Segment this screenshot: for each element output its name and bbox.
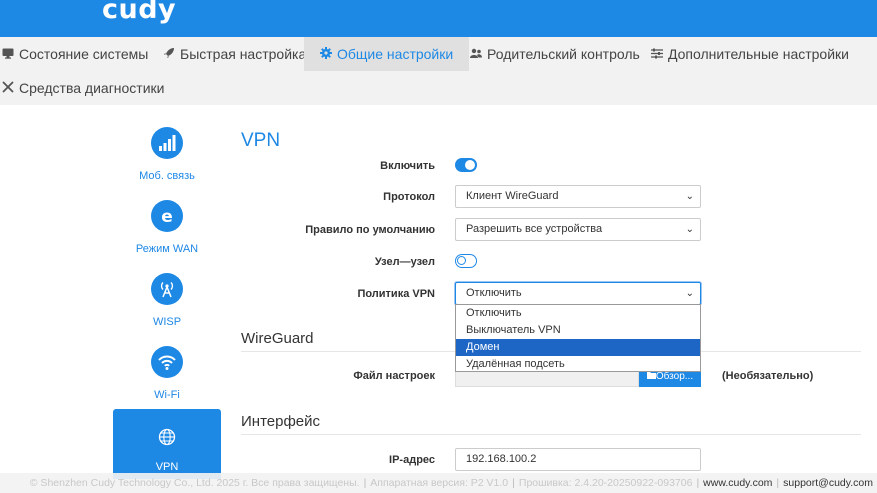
- tab-label: Быстрая настройка: [180, 46, 307, 62]
- antenna-icon: [151, 273, 183, 305]
- svg-text:e: e: [161, 207, 173, 225]
- tab-parental-control[interactable]: Родительский контроль: [470, 37, 640, 71]
- vpn-policy-value: Отключить: [466, 287, 522, 299]
- ip-address-label: IP-адрес: [389, 454, 435, 466]
- wireguard-section-title: WireGuard: [241, 330, 314, 347]
- tab-advanced-settings[interactable]: Дополнительные настройки: [651, 37, 849, 71]
- tab-label: Дополнительные настройки: [668, 46, 849, 62]
- internet-e-icon: e: [151, 200, 183, 232]
- policy-option-kill-switch[interactable]: Выключатель VPN: [456, 322, 700, 339]
- tab-label: Общие настройки: [337, 46, 454, 62]
- optional-note: (Необязательно): [722, 370, 814, 382]
- chevron-down-icon: ⌄: [685, 191, 694, 202]
- cudy-logo[interactable]: cudy: [102, 0, 176, 25]
- protocol-label: Протокол: [383, 191, 435, 203]
- tab-label: Состояние системы: [19, 46, 149, 62]
- vpn-policy-label: Политика VPN: [357, 288, 435, 300]
- protocol-select[interactable]: Клиент WireGuard ⌄: [455, 185, 701, 208]
- separator: |: [363, 477, 367, 489]
- separator: |: [776, 477, 780, 489]
- tab-system-status[interactable]: Состояние системы: [2, 37, 148, 71]
- policy-option-disable[interactable]: Отключить: [456, 305, 700, 322]
- protocol-value: Клиент WireGuard: [466, 190, 559, 202]
- sidebar-item-label: Режим WAN: [135, 243, 199, 255]
- default-rule-label: Правило по умолчанию: [305, 224, 435, 236]
- hardware-version: Аппаратная версия: P2 V1.0: [370, 477, 509, 489]
- toggle-knob: [457, 256, 466, 265]
- vpn-policy-select[interactable]: Отключить ⌄: [455, 282, 701, 305]
- tab-quick-setup[interactable]: Быстрая настройка: [163, 37, 306, 71]
- tab-diagnostics[interactable]: Средства диагностики: [2, 71, 165, 105]
- sidebar-item-label: Моб. связь: [139, 170, 195, 182]
- page-title: VPN: [241, 130, 281, 151]
- sliders-icon: [651, 38, 665, 72]
- tab-label: Родительский контроль: [487, 46, 640, 62]
- default-rule-select[interactable]: Разрешить все устройства ⌄: [455, 218, 701, 241]
- signal-bars-icon: [151, 127, 183, 159]
- sidebar-item-label: VPN: [155, 461, 179, 473]
- sidebar-item-label: Wi-Fi: [154, 389, 180, 401]
- main-nav: Состояние системы Быстрая настройка Общи…: [0, 37, 877, 105]
- sidebar-item-wan-mode[interactable]: e Режим WAN: [113, 193, 221, 263]
- tools-icon: [2, 72, 16, 106]
- separator: |: [696, 477, 700, 489]
- monitor-icon: [2, 38, 16, 72]
- firmware-version: Прошивка: 2.4.20-20250922-093706: [518, 477, 693, 489]
- footer: © Shenzhen Cudy Technology Co., Ltd. 202…: [0, 473, 877, 493]
- gear-icon: [320, 38, 334, 72]
- enable-toggle[interactable]: [455, 158, 477, 172]
- policy-option-domain[interactable]: Домен: [456, 339, 700, 356]
- tab-general-settings[interactable]: Общие настройки: [304, 37, 470, 72]
- globe-icon: [151, 421, 183, 453]
- sidebar-item-wifi[interactable]: Wi-Fi: [113, 339, 221, 409]
- top-bar: cudy: [0, 0, 877, 37]
- sidebar-item-label: WISP: [152, 316, 182, 328]
- ip-address-input[interactable]: 192.168.100.2: [455, 448, 701, 471]
- tab-label: Средства диагностики: [19, 80, 165, 96]
- sidebar-item-mobile[interactable]: Моб. связь: [113, 120, 221, 190]
- vpn-policy-dropdown: Отключить Выключатель VPN Домен Удалённа…: [455, 304, 701, 372]
- chevron-down-icon: ⌄: [685, 288, 694, 299]
- separator: |: [512, 477, 515, 489]
- site-to-site-label: Узел—узел: [374, 256, 435, 268]
- wifi-icon: [151, 346, 183, 378]
- config-file-label: Файл настроек: [353, 370, 435, 382]
- support-email-link[interactable]: support@cudy.com: [783, 477, 873, 489]
- site-to-site-toggle[interactable]: [455, 254, 477, 268]
- rocket-icon: [163, 38, 177, 72]
- sidebar-item-wisp[interactable]: WISP: [113, 266, 221, 336]
- toggle-knob: [465, 160, 475, 170]
- enable-label: Включить: [380, 160, 435, 172]
- policy-option-remote-subnet[interactable]: Удалённая подсеть: [456, 356, 700, 373]
- chevron-down-icon: ⌄: [685, 224, 694, 235]
- interface-section-title: Интерфейс: [241, 413, 321, 430]
- users-icon: [470, 38, 484, 72]
- copyright: © Shenzhen Cudy Technology Co., Ltd. 202…: [29, 477, 360, 489]
- default-rule-value: Разрешить все устройства: [466, 223, 603, 235]
- sidebar-item-vpn[interactable]: VPN: [113, 409, 221, 479]
- divider: [241, 434, 861, 435]
- website-link[interactable]: www.cudy.com: [703, 477, 772, 489]
